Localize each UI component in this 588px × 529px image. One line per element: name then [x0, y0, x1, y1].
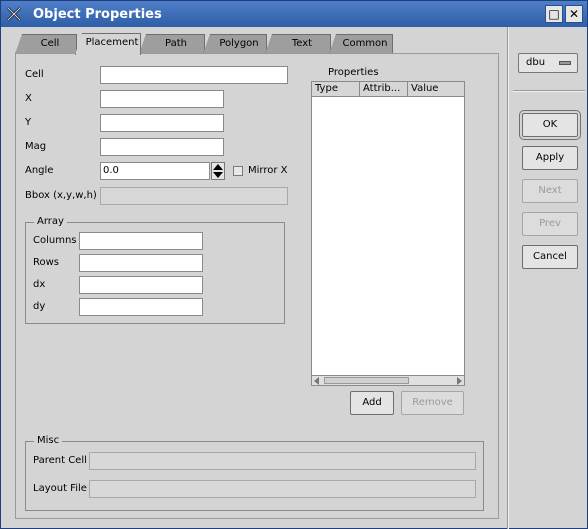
next-button[interactable]: Next: [522, 179, 578, 203]
units-dropdown[interactable]: dbu: [518, 53, 578, 73]
tab-text[interactable]: Text: [265, 34, 331, 54]
mag-label: Mag: [25, 141, 47, 152]
close-button[interactable]: ✕: [565, 5, 583, 23]
bbox-field: [100, 187, 288, 205]
misc-group-title: Misc: [34, 435, 63, 446]
parent-cell-label: Parent Cell: [33, 455, 87, 466]
units-value: dbu: [526, 57, 546, 68]
cell-field[interactable]: [100, 66, 288, 84]
dx-field[interactable]: [79, 276, 203, 294]
layout-file-label: Layout File: [33, 483, 87, 494]
properties-table[interactable]: Type Attrib... Value: [311, 81, 465, 386]
dropdown-indicator-icon: [559, 61, 571, 65]
scroll-right-icon[interactable]: [457, 377, 462, 385]
sidebar-separator: [507, 27, 509, 529]
title-bar[interactable]: Object Properties □ ✕: [1, 1, 587, 27]
angle-field[interactable]: 0.0: [100, 162, 210, 180]
x-label: X: [25, 93, 32, 104]
rows-label: Rows: [33, 257, 60, 268]
y-label: Y: [25, 117, 32, 128]
object-properties-window: Object Properties □ ✕ Cell Placement Pat…: [0, 0, 588, 529]
parent-cell-field: [89, 452, 476, 470]
tab-path[interactable]: Path: [139, 34, 205, 54]
properties-title: Properties: [328, 67, 379, 78]
x-field[interactable]: [100, 90, 224, 108]
apply-button[interactable]: Apply: [522, 146, 578, 170]
angle-label: Angle: [25, 165, 54, 176]
tab-common[interactable]: Common: [329, 34, 393, 54]
spin-down-icon[interactable]: [213, 172, 223, 178]
cancel-button[interactable]: Cancel: [522, 245, 578, 269]
scroll-thumb[interactable]: [324, 377, 409, 384]
bbox-label: Bbox (x,y,w,h): [25, 190, 97, 201]
y-field[interactable]: [100, 114, 224, 132]
dx-label: dx: [33, 279, 46, 290]
column-header-attrib[interactable]: Attrib...: [360, 82, 408, 97]
tab-cell[interactable]: Cell: [15, 34, 77, 54]
dy-label: dy: [33, 301, 46, 312]
ok-button[interactable]: OK: [519, 110, 581, 140]
mirror-x-checkbox[interactable]: [233, 166, 243, 176]
layout-file-field: [89, 480, 476, 498]
app-x-icon[interactable]: [5, 5, 23, 23]
horizontal-scrollbar[interactable]: [312, 375, 464, 385]
rows-field[interactable]: [79, 254, 203, 272]
column-header-value[interactable]: Value: [408, 82, 464, 97]
tab-placement[interactable]: Placement: [75, 33, 141, 55]
dy-field[interactable]: [79, 298, 203, 316]
remove-property-button[interactable]: Remove: [401, 391, 464, 415]
properties-header: Type Attrib... Value: [312, 82, 464, 97]
cell-label: Cell: [25, 69, 44, 80]
maximize-button[interactable]: □: [545, 5, 563, 23]
spin-up-icon[interactable]: [213, 164, 223, 170]
scroll-left-icon[interactable]: [314, 377, 319, 385]
angle-spinner[interactable]: [211, 162, 225, 180]
columns-label: Columns: [33, 235, 77, 246]
mag-field[interactable]: [100, 138, 224, 156]
columns-field[interactable]: [79, 232, 203, 250]
window-title: Object Properties: [33, 7, 162, 22]
add-property-button[interactable]: Add: [350, 391, 394, 415]
mirror-x-label: Mirror X: [248, 165, 288, 176]
array-group-title: Array: [34, 216, 67, 227]
column-header-type[interactable]: Type: [312, 82, 360, 97]
sidebar-divider: [513, 90, 585, 92]
tab-polygon[interactable]: Polygon: [203, 34, 267, 54]
prev-button[interactable]: Prev: [522, 212, 578, 236]
